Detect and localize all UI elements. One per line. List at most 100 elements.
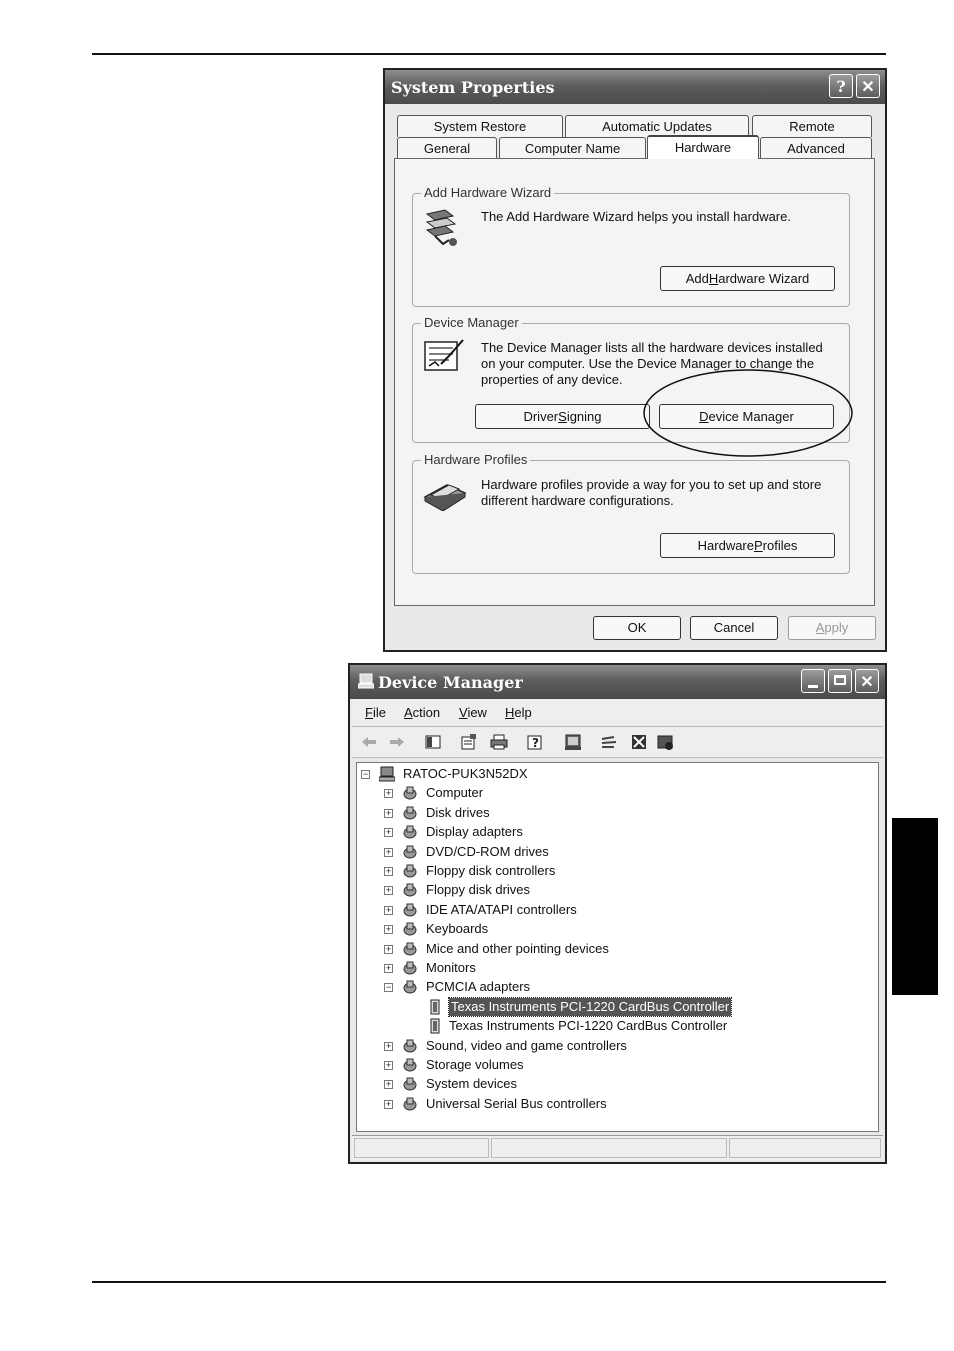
tree-category-label: Computer [426, 785, 484, 801]
tab-system-restore[interactable]: System Restore [397, 115, 563, 137]
expand-toggle[interactable]: + [384, 1061, 393, 1070]
menu-action[interactable]: Action [404, 705, 440, 720]
expand-toggle[interactable]: + [384, 886, 393, 896]
status-pane-1 [354, 1138, 489, 1158]
device-category-icon [402, 863, 418, 879]
device-category-icon [402, 1057, 418, 1073]
update-driver-icon[interactable] [600, 733, 618, 751]
print-icon[interactable] [490, 733, 508, 751]
tab-remote[interactable]: Remote [752, 115, 872, 137]
pcmcia-card-icon [427, 999, 443, 1015]
tree-category-label: Mice and other pointing devices [426, 940, 609, 956]
device-category-icon [402, 979, 418, 995]
expand-toggle[interactable]: + [384, 789, 393, 799]
properties-icon[interactable] [460, 733, 478, 751]
add-hardware-title: Add Hardware Wizard [421, 185, 555, 200]
tab-advanced[interactable]: Advanced [760, 137, 872, 159]
hardware-profiles-title: Hardware Profiles [421, 452, 531, 467]
tab-computer-name[interactable]: Computer Name [499, 137, 646, 159]
expand-toggle[interactable]: + [384, 905, 393, 915]
tree-category-label: Floppy disk controllers [426, 863, 556, 878]
tree-category-label: Sound, video and game controllers [426, 1037, 627, 1053]
expand-toggle[interactable]: + [384, 964, 393, 973]
device-category-icon [402, 921, 418, 937]
tree-device-label: Texas Instruments PCI-1220 CardBus Contr… [449, 1018, 728, 1034]
dm-close-button[interactable]: ✕ [855, 669, 879, 693]
top-rule [92, 53, 886, 55]
console-tree-icon[interactable] [424, 733, 442, 751]
menu-file[interactable]: File [365, 705, 386, 720]
device-category-icon [402, 1038, 418, 1054]
expand-toggle[interactable]: + [384, 867, 393, 876]
collapse-toggle[interactable]: − [384, 983, 393, 993]
device-manager-icon [424, 339, 464, 371]
expand-toggle[interactable]: + [384, 1080, 393, 1090]
close-button[interactable]: ✕ [856, 74, 880, 98]
status-bar [352, 1135, 883, 1160]
btn-label-key: H [708, 271, 719, 286]
btn-label-pre: Driver [523, 409, 559, 424]
device-category-icon [402, 1096, 418, 1112]
device-category-icon [402, 941, 418, 957]
expand-toggle[interactable]: + [384, 944, 393, 954]
tab-automatic-updates[interactable]: Automatic Updates [565, 115, 749, 137]
device-manager-window: Device Manager ✕ File Action View Help ?… [348, 663, 887, 1164]
expand-toggle[interactable]: + [384, 847, 393, 857]
help-button[interactable]: ? [829, 74, 853, 98]
expand-toggle[interactable]: + [384, 925, 393, 935]
add-hardware-wizard-button[interactable]: Add Hardware Wizard [660, 266, 835, 291]
tab-general[interactable]: General [397, 137, 497, 159]
device-category-icon [402, 805, 418, 821]
expand-toggle[interactable]: + [384, 1041, 393, 1051]
driver-signing-button[interactable]: Driver Signing [475, 404, 650, 429]
tree-category-label: Disk drives [426, 804, 490, 820]
forward-icon[interactable] [388, 733, 406, 751]
pcmcia-card-icon [427, 1018, 443, 1034]
help-icon[interactable]: ? [526, 733, 544, 751]
btn-label-key: A [815, 620, 825, 635]
btn-label-key: P [754, 538, 763, 553]
highlight-ellipse [643, 369, 853, 457]
computer-icon [358, 673, 374, 689]
menu-help[interactable]: Help [505, 705, 532, 720]
device-tree: − RATOC-PUK3N52DX + Computer + Disk drives + Di… [356, 762, 879, 1132]
computer-icon [378, 766, 396, 782]
dm-window-title: Device Manager [378, 673, 523, 692]
window-title: System Properties [391, 78, 555, 97]
tree-category-label: IDE ATA/ATAPI controllers [426, 901, 577, 917]
tree-category-label: Display adapters [426, 824, 523, 840]
uninstall-icon[interactable] [630, 733, 648, 751]
expand-toggle[interactable]: + [384, 1099, 393, 1109]
maximize-button[interactable] [828, 669, 852, 693]
hardware-profiles-group: Hardware Profiles Hardware profiles prov… [412, 452, 850, 574]
side-section-tab [892, 818, 938, 995]
device-category-icon [402, 882, 418, 898]
btn-label-post: rofiles [762, 538, 798, 553]
tree-category-label: Universal Serial Bus controllers [426, 1095, 607, 1111]
svg-text:?: ? [532, 736, 539, 750]
expand-toggle[interactable]: + [384, 828, 393, 838]
hardware-profiles-text: Hardware profiles provide a way for you … [481, 477, 822, 508]
btn-label-post: pply [824, 620, 849, 635]
ok-button[interactable]: OK [593, 616, 681, 640]
title-bar: System Properties ? ✕ [385, 70, 885, 104]
menu-view[interactable]: View [459, 705, 487, 720]
collapse-toggle[interactable]: − [361, 770, 370, 779]
minimize-button[interactable] [801, 669, 825, 693]
device-category-icon [402, 960, 418, 976]
cancel-button[interactable]: Cancel [690, 616, 778, 640]
back-icon[interactable] [360, 733, 378, 751]
btn-label-pre: Add [685, 271, 709, 286]
scan-hardware-icon[interactable] [564, 733, 582, 751]
disable-icon[interactable] [656, 733, 674, 751]
device-category-icon [402, 785, 418, 801]
btn-label-pre: Hardware [697, 538, 754, 553]
tree-category-label: PCMCIA adapters [426, 979, 531, 995]
expand-toggle[interactable]: + [384, 808, 393, 818]
toolbar: ? [352, 726, 883, 758]
tab-hardware[interactable]: Hardware [647, 135, 759, 159]
tree-category-label: DVD/CD-ROM drives [426, 843, 549, 859]
apply-button[interactable]: Apply [788, 616, 876, 640]
hardware-wizard-icon [425, 209, 457, 246]
hardware-profiles-button[interactable]: Hardware Profiles [660, 533, 835, 558]
